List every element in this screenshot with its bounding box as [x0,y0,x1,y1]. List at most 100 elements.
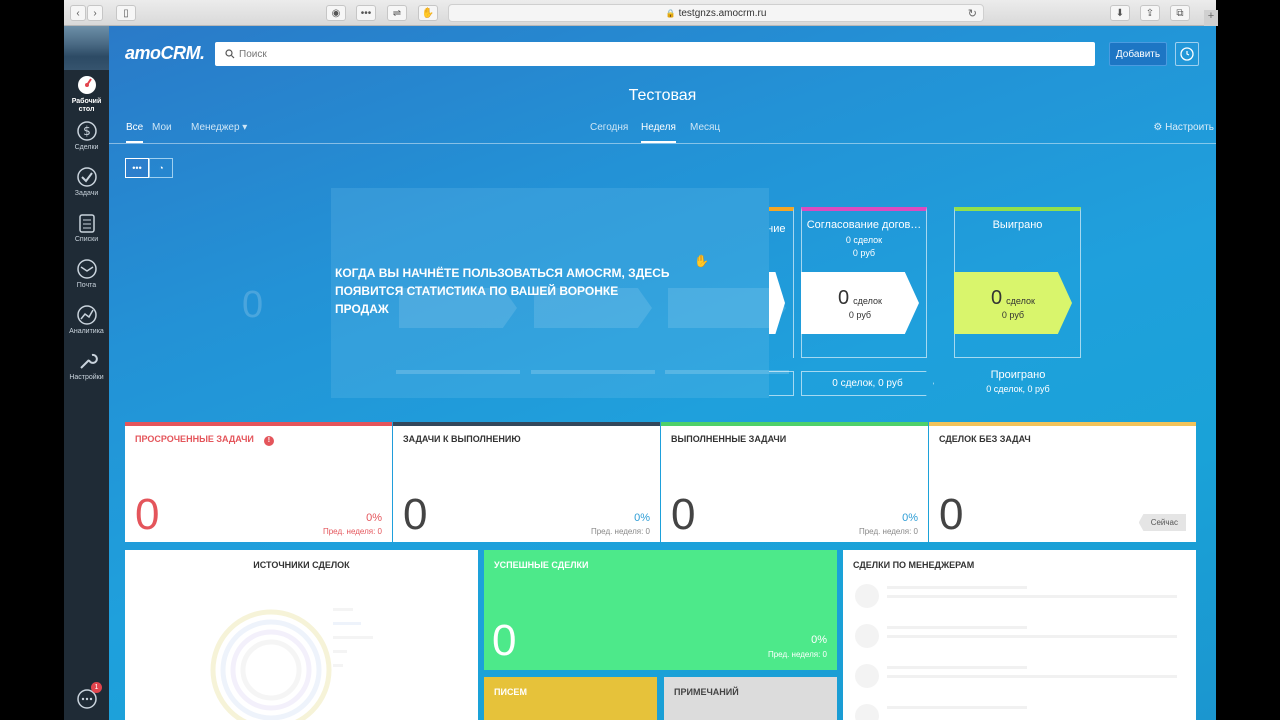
sidebar-item-lists[interactable]: Списки [64,208,109,254]
url-text: testgnzs.amocrm.ru [678,7,767,19]
tab-week[interactable]: Неделя [641,122,676,143]
stage-arrow: 0 сделок 0 руб [801,272,919,334]
sidebar-toggle-button[interactable]: ▯ [116,5,136,21]
chat-button[interactable]: 1 [76,682,102,710]
tab-mine[interactable]: Мои [152,122,172,133]
ghost-avatar [855,624,879,648]
now-badge[interactable]: Сейчас [1138,514,1186,531]
tab-today[interactable]: Сегодня [590,122,628,133]
stage-summary-pill: 0 сделок, 0 руб [801,371,934,396]
page-title: Тестовая [628,87,697,104]
pipeline-view-button[interactable]: ••• [125,158,149,178]
hand-cursor-icon: ✋ [694,254,709,268]
ghost-avatar [855,584,879,608]
widget-title: ПРОСРОЧЕННЫЕ ЗАДАЧИ [135,434,254,444]
view-toggle: ••• ◔ [125,158,173,178]
add-button[interactable]: Добавить [1109,42,1167,66]
list-icon [78,214,95,233]
stage-rub: 0 руб [848,309,872,320]
widget-overdue-tasks[interactable]: ПРОСРОЧЕННЫЕ ЗАДАЧИ! 0 0% Пред. неделя: … [125,422,392,542]
sidebar-item-deals[interactable]: $ Сделки [64,116,109,162]
stage-partial-pill [769,371,794,396]
widget-notes[interactable]: ПРИМЕЧАНИЙ [664,677,837,720]
manager-dropdown[interactable]: Менеджер ▾ [191,122,247,133]
widget-prev-week: Пред. неделя: 0 [590,527,650,536]
task-widgets: ПРОСРОЧЕННЫЕ ЗАДАЧИ! 0 0% Пред. неделя: … [125,422,1196,542]
widget-deals-by-manager[interactable]: СДЕЛКИ ПО МЕНЕДЖЕРАМ [843,550,1196,720]
alert-icon: ! [263,436,274,446]
widget-percent: 0% [811,634,827,646]
chart-view-button[interactable]: ◔ [149,158,173,178]
stage-sum: 0 руб [852,248,876,258]
tab-all[interactable]: Все [126,122,144,143]
chat-badge: 1 [91,682,102,693]
settings-link[interactable]: ⚙ Настроить [1153,122,1214,133]
extension-tool-icon[interactable]: ⇌ [387,5,407,21]
mail-icon [76,259,97,279]
widget-title: ВЫПОЛНЕННЫЕ ЗАДАЧИ [671,434,787,444]
ghost-line [887,595,1177,598]
dots-icon: ••• [132,163,142,173]
forward-button[interactable]: › [87,5,103,21]
sidebar-item-dashboard[interactable]: Рабочий стол [64,70,109,116]
empty-pipeline-message: КОГДА ВЫ НАЧНЁТЕ ПОЛЬЗОВАТЬСЯ AMOCRM, ЗД… [335,266,670,316]
widget-deal-sources[interactable]: ИСТОЧНИКИ СДЕЛОК [125,550,478,720]
lost-title: Проиграно [990,369,1046,381]
sidebar-item-tasks[interactable]: Задачи [64,162,109,208]
tab-month[interactable]: Месяц [690,122,720,133]
browser-toolbar: ‹ › ▯ ◉ ••• ⇌ ✋ 🔒 testgnzs.amocrm.ru ↻ ⬇… [64,0,1216,26]
ghost-line [887,626,1027,629]
widget-value: 0 [939,490,964,539]
search-icon [225,49,235,59]
stage-unit: сделок [1006,295,1035,306]
ghost-avatar [855,664,879,688]
widget-completed-tasks[interactable]: ВЫПОЛНЕННЫЕ ЗАДАЧИ 0 0% Пред. неделя: 0 [661,422,928,542]
sidebar: Рабочий стол $ Сделки Задачи Списки Почт… [64,26,109,720]
sidebar-item-mail[interactable]: Почта [64,254,109,300]
extension-dots-icon[interactable]: ••• [356,5,376,21]
ghost-line [887,586,1027,589]
sidebar-item-analytics[interactable]: Аналитика [64,300,109,346]
account-avatar[interactable] [64,26,109,70]
dollar-icon: $ [76,121,97,141]
notifications-button[interactable] [1175,42,1199,66]
stage-partial: ание [769,207,794,358]
wrench-icon [79,353,98,369]
stage-rub: 0 руб [1001,309,1025,320]
reload-icon[interactable]: ↻ [968,7,977,20]
extension-mask-icon[interactable]: ◉ [326,5,346,21]
widget-percent: 0% [902,512,918,524]
stage-won[interactable]: Выиграно 0 сделок 0 руб [954,207,1081,358]
settings-label: Настроить [1165,122,1214,133]
back-button[interactable]: ‹ [70,5,86,21]
widget-percent: 0% [634,512,650,524]
widget-value: 0 [403,490,428,539]
widget-deals-without-tasks[interactable]: СДЕЛОК БЕЗ ЗАДАЧ 0 Сейчас [929,422,1196,542]
stage-contract-approval[interactable]: Согласование догов… 0 сделок 0 руб 0 сдел… [801,207,927,358]
widget-prev-week: Пред. неделя: 0 [767,650,827,659]
ghost-line [887,635,1177,638]
search-input[interactable] [239,48,1039,60]
analytics-icon [76,305,97,325]
sidebar-item-label: Сделки [74,144,99,151]
sidebar-item-settings[interactable]: Настройки [64,346,109,392]
widget-successful-deals[interactable]: УСПЕШНЫЕ СДЕЛКИ 0 0% Пред. неделя: 0 [484,550,837,670]
clock-icon [1180,47,1194,61]
download-icon[interactable]: ⬇ [1110,5,1130,21]
widget-tasks-todo[interactable]: ЗАДАЧИ К ВЫПОЛНЕНИЮ 0 0% Пред. неделя: 0 [393,422,660,542]
svg-text:$: $ [83,124,91,138]
new-tab-button[interactable]: + [1204,10,1218,26]
tabs-icon[interactable]: ⧉ [1170,5,1190,21]
gear-icon: ⚙ [1153,122,1163,133]
sources-ghost-chart [210,608,373,720]
stage-lost[interactable]: Проиграно 0 сделок, 0 руб [955,369,1081,394]
ghost-line [887,706,1027,709]
extension-hand-icon[interactable]: ✋ [418,5,438,21]
share-icon[interactable]: ⇪ [1140,5,1160,21]
sidebar-item-label: Рабочий стол [71,98,102,113]
ghost-avatar [855,704,879,720]
search-box[interactable] [215,42,1095,66]
address-bar[interactable]: 🔒 testgnzs.amocrm.ru ↻ [448,4,984,22]
widget-letters[interactable]: ПИСЕМ [484,677,657,720]
stage-title: Согласование догов… [806,219,922,231]
